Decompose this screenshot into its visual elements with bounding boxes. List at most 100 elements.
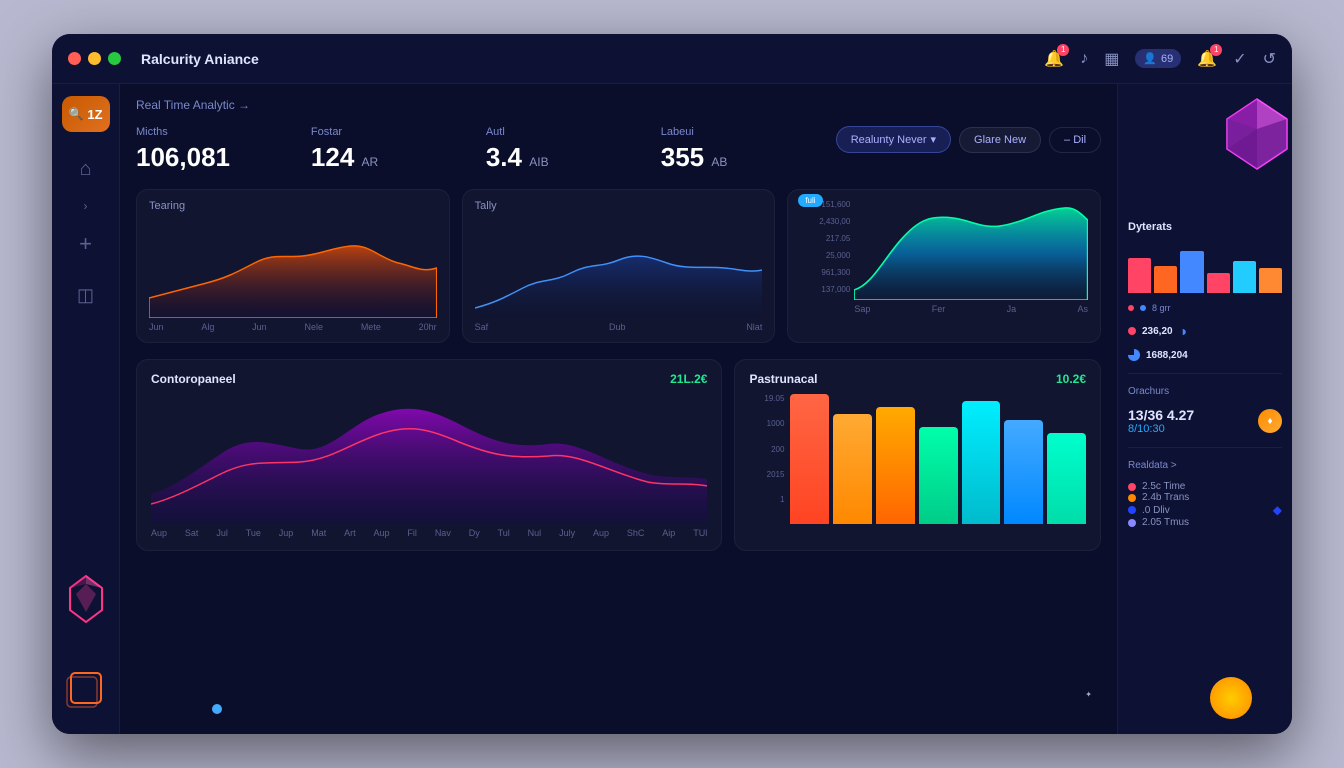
bar-2 — [833, 414, 872, 525]
calendar-icon[interactable]: ▦ — [1104, 49, 1119, 69]
legend-item-1: 2.5c Time — [1128, 481, 1282, 492]
breadcrumb-text: Real Time Analytic → — [136, 98, 250, 112]
orachurs-row: 13/36 4.27 8/10:30 ♦ — [1128, 407, 1282, 435]
chart-green: fuli 151,600 2,430,00 217.05 25,000 961,… — [787, 189, 1101, 343]
sidebar: 🔍 1Z ⌂ › + ◫ — [52, 84, 120, 734]
sidebar-item-home[interactable]: ⌂ — [69, 148, 101, 191]
sidebar-item-add[interactable]: + — [69, 221, 102, 267]
orange-avatar: ♦ — [1258, 409, 1282, 433]
chart-pastrunacal-header: Pastrunacal 10.2€ — [749, 372, 1086, 386]
legend-label-3: .0 Dliv — [1142, 505, 1267, 516]
sidebar-num: 1Z — [87, 107, 102, 122]
chart-tally-area — [475, 218, 763, 318]
mini-bar-6 — [1259, 268, 1282, 293]
bell-badge: 1 — [1057, 44, 1069, 56]
notification-icon[interactable]: 🔔1 — [1197, 49, 1217, 69]
panel-legend-dots: 8 grr — [1128, 303, 1282, 313]
metric-row-1: 236,20 ◑ — [1128, 323, 1282, 339]
star-decoration: ✦ — [1085, 690, 1092, 699]
chart-green-container: 151,600 2,430,00 217.05 25,000 961,300 1… — [800, 200, 1088, 314]
header-icons: 🔔1 ♪ ▦ 👤 69 🔔1 ✓ ↺ — [1044, 49, 1276, 69]
legend-dot-dliv — [1128, 506, 1136, 514]
chart-pastrunacal: Pastrunacal 10.2€ 19.05 1000 200 2015 1 — [734, 359, 1101, 551]
bell-icon[interactable]: 🔔1 — [1044, 49, 1064, 69]
yellow-circle — [1210, 677, 1252, 719]
music-icon[interactable]: ♪ — [1080, 50, 1088, 68]
chart-contoropaneel-value: 21L.2€ — [670, 372, 707, 386]
refresh-icon[interactable]: ↺ — [1263, 49, 1276, 69]
chart-green-area: Sap Fer Ja As — [854, 200, 1088, 314]
user-badge[interactable]: 👤 69 — [1135, 49, 1181, 68]
stat-autl: Autl 3.4 AIB — [486, 126, 637, 173]
diamond-icon: ◆ — [1273, 503, 1282, 517]
stat-micths-label: Micths — [136, 126, 287, 138]
stat-fostar-label: Fostar — [311, 126, 462, 138]
chart-contoropaneel-title: Contoropaneel — [151, 372, 236, 386]
mini-bar-2 — [1154, 266, 1177, 294]
bar-3 — [876, 407, 915, 524]
chart-tearing-area — [149, 218, 437, 318]
chart-tally-title: Tally — [475, 200, 763, 212]
stat-labeui-label: Labeui — [661, 126, 812, 138]
pie-icon: ◑ — [1179, 323, 1187, 339]
stat-fostar: Fostar 124 AR — [311, 126, 462, 173]
divider-1 — [1128, 373, 1282, 374]
chart-green-ylabels: 151,600 2,430,00 217.05 25,000 961,300 1… — [800, 200, 850, 314]
sub-value: 8/10:30 — [1128, 423, 1194, 435]
metric-dot-1 — [1128, 327, 1136, 335]
close-dot[interactable] — [68, 52, 81, 65]
stat-labeui-value: 355 AB — [661, 142, 812, 173]
chart-pastrunacal-area: 19.05 1000 200 2015 1 — [749, 394, 1086, 524]
user-icon: 👤 — [1143, 52, 1157, 65]
legend-dot-time — [1128, 483, 1136, 491]
avatar-icon: ♦ — [1267, 416, 1272, 427]
glare-new-btn[interactable]: Glare New — [959, 127, 1041, 153]
chart-contoropaneel-xlabels: Aup Sat Jul Tue Jup Mat Art Aup Fil Nav … — [151, 528, 707, 538]
bottom-charts-row: Contoropaneel 21L.2€ — [136, 359, 1101, 551]
box-shape — [65, 667, 107, 709]
stat-autl-value: 3.4 AIB — [486, 142, 637, 173]
metric-value-2: 1688,204 — [1146, 350, 1188, 361]
chart-tearing-xlabels: Jun Alg Jun Nele Mete 20hr — [149, 322, 437, 332]
bar-6 — [1004, 420, 1043, 524]
stat-labeui: Labeui 355 AB — [661, 126, 812, 173]
orachurs-values: 13/36 4.27 8/10:30 — [1128, 407, 1194, 435]
legend-item-2: 2.4b Trans — [1128, 492, 1282, 503]
stat-micths-value: 106,081 — [136, 142, 287, 173]
chart-pastrunacal-value: 10.2€ — [1056, 372, 1086, 386]
legend-dot-tmus — [1128, 519, 1136, 527]
title-bar: Ralcurity Aniance 🔔1 ♪ ▦ 👤 69 🔔1 ✓ ↺ — [52, 34, 1292, 84]
realdata-link[interactable]: Realdata > — [1128, 460, 1282, 471]
bar-1 — [790, 394, 829, 524]
chart-pastrunacal-ylabels: 19.05 1000 200 2015 1 — [749, 394, 784, 524]
chart-tally-xlabels: Saf Dub Nlat — [475, 322, 763, 332]
notif-badge: 1 — [1210, 44, 1222, 56]
user-count: 69 — [1161, 53, 1173, 65]
maximize-dot[interactable] — [108, 52, 121, 65]
bar-chart-bars — [790, 394, 1086, 524]
check-icon[interactable]: ✓ — [1233, 49, 1246, 69]
minimize-dot[interactable] — [88, 52, 101, 65]
filter-row: Realunty Never ▾ Glare New – Dil — [836, 126, 1101, 153]
chevron-down-icon: ▾ — [931, 133, 937, 146]
legend-label-2: 2.4b Trans — [1142, 492, 1282, 503]
chart-tag: fuli — [798, 194, 822, 207]
chart-contoropaneel: Contoropaneel 21L.2€ — [136, 359, 722, 551]
stat-autl-label: Autl — [486, 126, 637, 138]
metric-row-2: 1688,204 — [1128, 349, 1282, 361]
dots-label: 8 grr — [1152, 303, 1171, 313]
breadcrumb: Real Time Analytic → — [136, 98, 1101, 112]
main-layout: 🔍 1Z ⌂ › + ◫ — [52, 84, 1292, 734]
blue-dot — [212, 704, 222, 714]
realunty-dropdown[interactable]: Realunty Never ▾ — [836, 126, 951, 153]
panel-title: Dyterats — [1128, 221, 1282, 233]
charts-top-row: Tearing Jun — [136, 189, 1101, 343]
divider-2 — [1128, 447, 1282, 448]
chart-pastrunacal-title: Pastrunacal — [749, 372, 817, 386]
bar-4 — [919, 427, 958, 525]
legend-dot-trans — [1128, 494, 1136, 502]
sidebar-search[interactable]: 🔍 1Z — [62, 96, 110, 132]
sidebar-item-box[interactable]: ◫ — [67, 275, 104, 316]
dil-btn[interactable]: – Dil — [1049, 127, 1101, 153]
chart-contoropaneel-area — [151, 394, 707, 524]
